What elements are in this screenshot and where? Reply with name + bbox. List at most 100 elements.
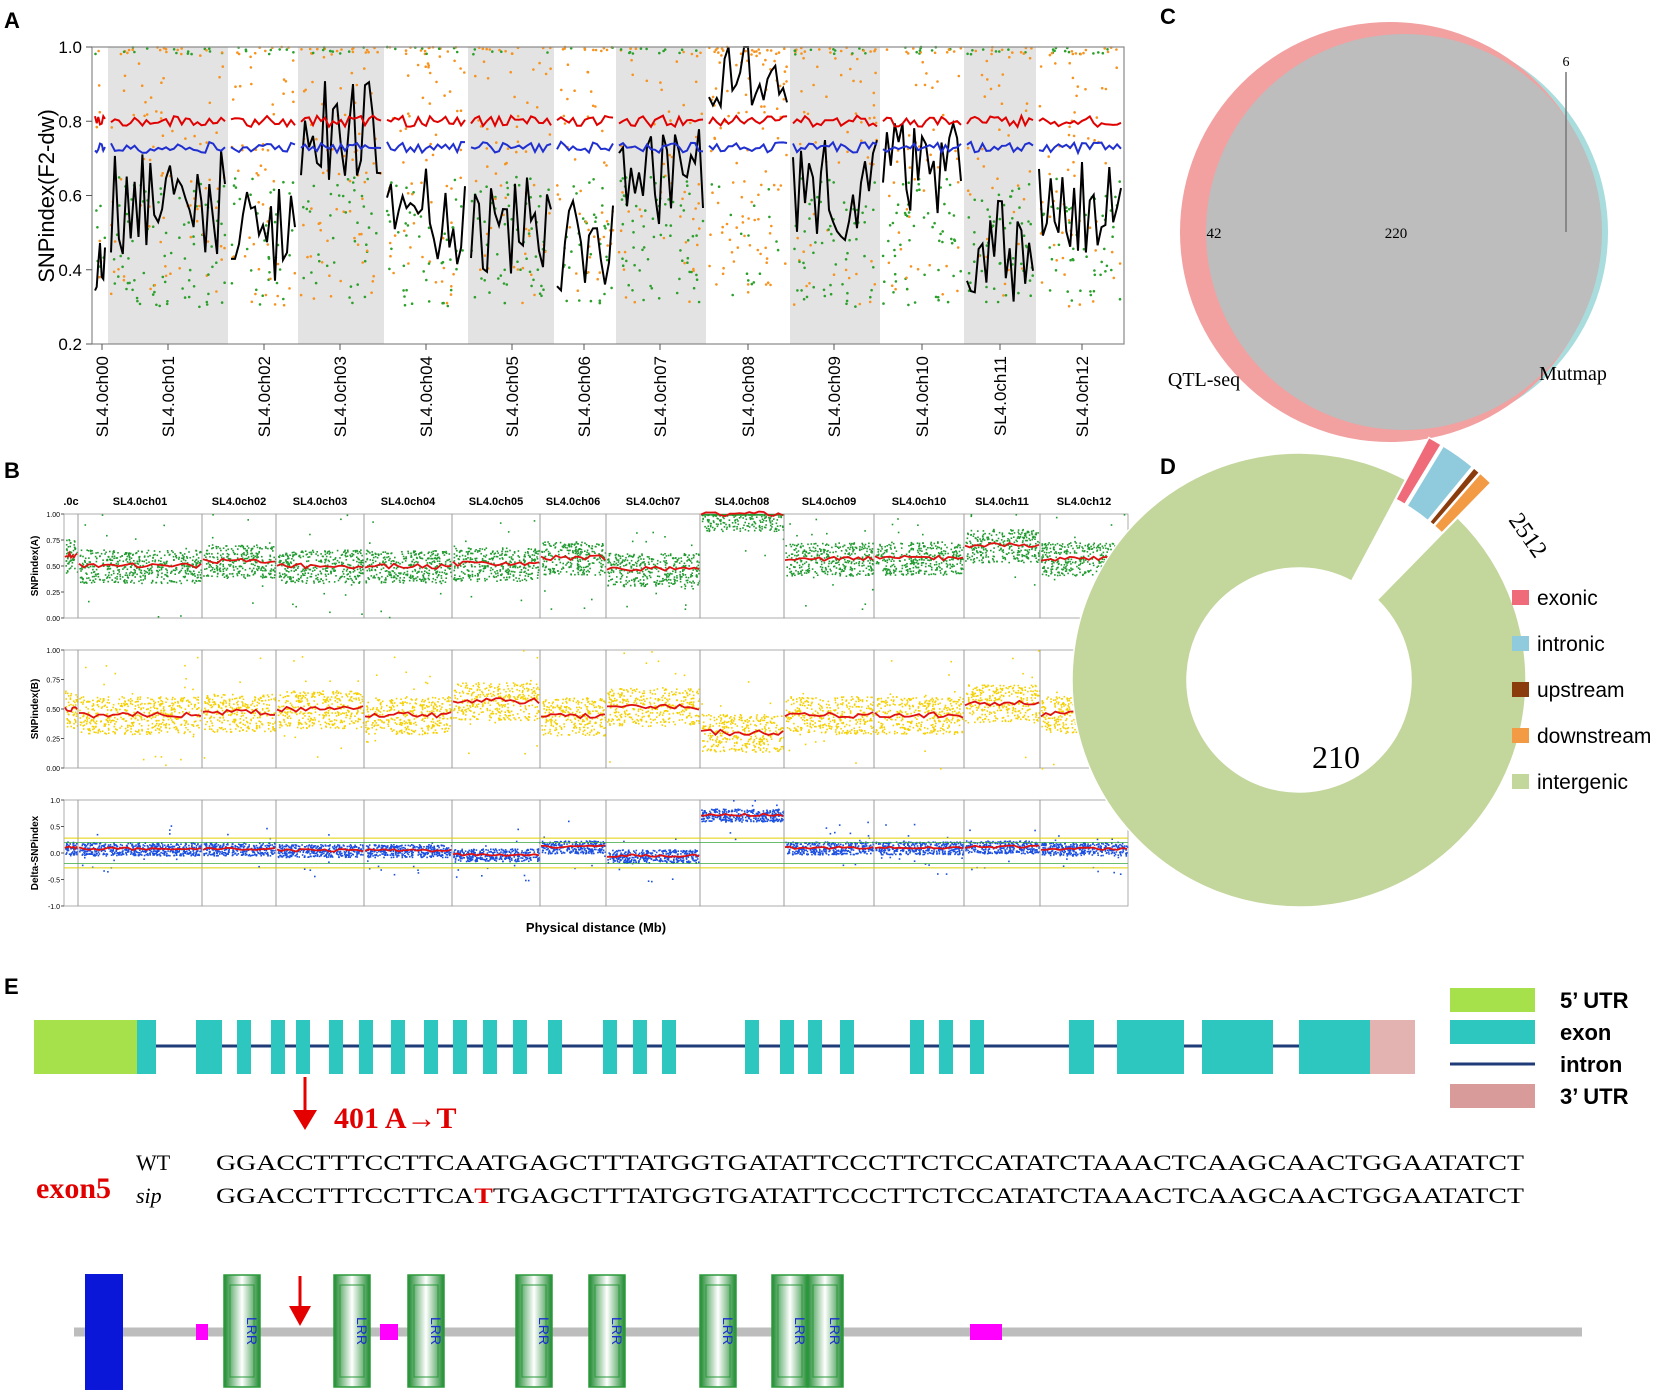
snp-point (313, 185, 316, 188)
snp-point (794, 53, 797, 56)
snp-point (859, 80, 862, 83)
snp-point (452, 273, 455, 276)
snp-point (759, 529, 761, 531)
snp-point (184, 553, 186, 555)
snp-point (676, 580, 678, 582)
snp-point (99, 240, 102, 243)
snp-point (930, 543, 932, 545)
snp-point (239, 85, 242, 88)
snp-point (720, 523, 722, 525)
snp-point (686, 261, 689, 264)
snp-point (786, 575, 788, 577)
snp-point (830, 233, 833, 236)
snp-point (891, 572, 893, 574)
snp-point (467, 557, 469, 559)
snp-point (524, 578, 526, 580)
snp-point (804, 50, 807, 53)
snp-point (537, 572, 539, 574)
snp-point (818, 48, 821, 51)
snp-point (427, 66, 430, 69)
snp-point (175, 568, 177, 570)
snp-point (928, 264, 931, 267)
snp-point (821, 564, 823, 566)
snp-point (796, 562, 798, 564)
snp-point (1106, 48, 1109, 51)
snp-point (408, 553, 410, 555)
snp-point (432, 581, 434, 583)
snp-point (171, 130, 174, 133)
snp-point (815, 548, 817, 550)
snp-point (531, 560, 533, 562)
snp-point (436, 558, 438, 560)
snp-point (293, 570, 295, 572)
snp-point (184, 257, 187, 260)
snp-point (675, 561, 677, 563)
snp-point (954, 239, 957, 242)
snp-point (789, 523, 791, 525)
snp-point (762, 521, 764, 523)
snp-point (731, 294, 734, 297)
snp-point (245, 555, 247, 557)
snp-point (375, 232, 378, 235)
snp-point (670, 555, 672, 557)
snp-point (432, 558, 434, 560)
snp-point (969, 281, 972, 284)
snp-point (855, 238, 858, 241)
snp-point (217, 559, 219, 561)
snp-point (764, 555, 766, 557)
snp-point (88, 577, 90, 579)
snp-point (794, 575, 796, 577)
snp-point (402, 289, 405, 292)
snp-point (860, 121, 863, 124)
snp-point (366, 582, 368, 584)
snp-point (95, 578, 97, 580)
snp-point (220, 223, 223, 226)
snp-point (376, 51, 379, 54)
snp-point (740, 530, 742, 532)
snp-point (832, 560, 834, 562)
snp-point (438, 47, 441, 50)
snp-point (827, 571, 829, 573)
snp-point (421, 580, 423, 582)
snp-point (1104, 270, 1107, 273)
snp-point (652, 532, 654, 534)
snp-point (873, 181, 876, 184)
snp-point (1029, 223, 1032, 226)
snp-point (796, 237, 799, 240)
snp-point (389, 571, 391, 573)
snp-point (301, 575, 303, 577)
snp-point (262, 574, 264, 576)
snp-point (849, 549, 851, 551)
snp-point (88, 567, 90, 569)
snp-point (207, 293, 210, 296)
snp-point (416, 558, 418, 560)
snp-point (944, 544, 946, 546)
snp-point (577, 543, 579, 545)
snp-point (181, 583, 183, 585)
snp-point (483, 220, 486, 223)
snp-point (748, 523, 750, 525)
snp-point (188, 279, 191, 282)
snp-point (608, 558, 610, 560)
snp-point (321, 573, 323, 575)
snp-point (595, 574, 597, 576)
snp-point (563, 568, 565, 570)
snp-point (178, 197, 181, 200)
snp-point (900, 248, 903, 251)
snp-point (685, 604, 687, 606)
snp-point (254, 571, 256, 573)
snp-point (570, 573, 572, 575)
snp-point (366, 553, 368, 555)
snp-point (285, 80, 288, 83)
snp-point (871, 552, 873, 554)
snp-point (1064, 50, 1067, 53)
snp-point (894, 273, 897, 276)
snp-point (325, 551, 327, 553)
snp-point (764, 247, 767, 250)
snp-point (84, 561, 86, 563)
snp-point (322, 568, 324, 570)
snp-point (986, 208, 989, 211)
snp-point (267, 548, 269, 550)
snp-point (467, 553, 469, 555)
snp-point (256, 555, 258, 557)
